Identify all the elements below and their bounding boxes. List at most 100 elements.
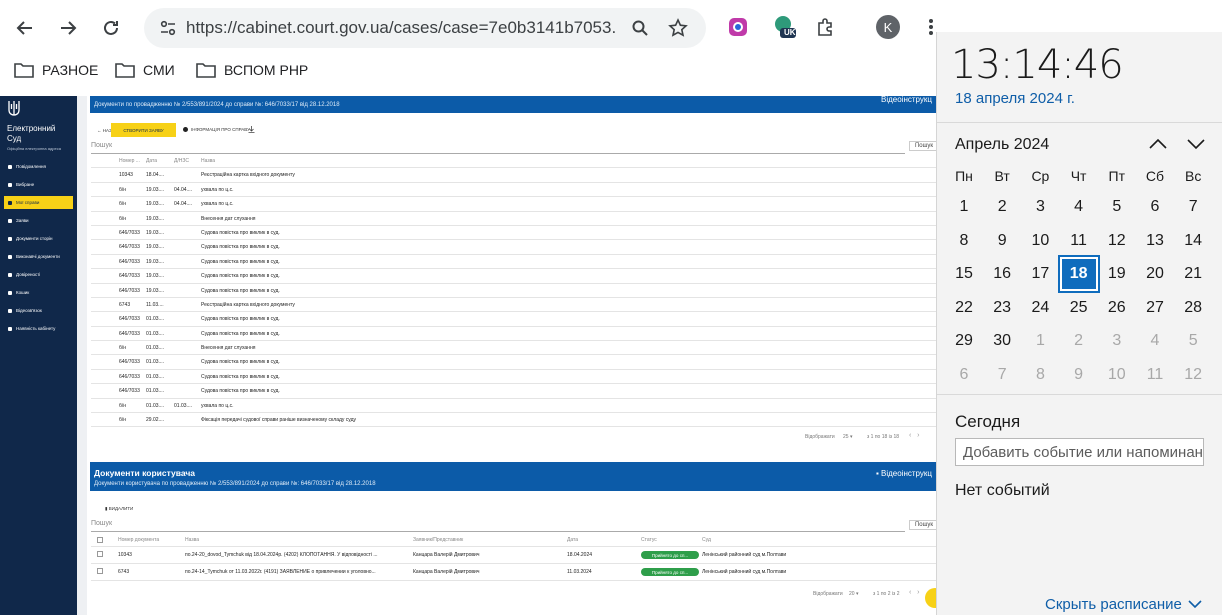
translate-extension-icon[interactable]: UK <box>770 12 800 42</box>
star-icon[interactable] <box>664 14 692 42</box>
calendar-day[interactable]: 3 <box>1021 190 1059 224</box>
table-row[interactable]: 646/7033 19.03.... Судова повістка про вик… <box>91 269 936 284</box>
calendar-day[interactable]: 20 <box>1136 257 1174 291</box>
row-checkbox[interactable] <box>97 568 103 575</box>
column-header[interactable]: Суд <box>702 537 862 543</box>
user-pager-arrows[interactable]: ‹ › <box>909 589 920 596</box>
forward-button[interactable] <box>52 12 84 44</box>
table-row[interactable]: 646/7033 01.03.... Судова повістка про вик… <box>91 327 936 342</box>
table-row[interactable]: 646/7033 01.03.... Судова повістка про вик… <box>91 384 936 399</box>
user-page-size-select[interactable]: 20 ▾ <box>849 591 858 597</box>
bookmark-folder[interactable]: ВСПОМ PHP <box>196 62 308 78</box>
table-row[interactable]: 646/7033 19.03.... Судова повістка про вик… <box>91 240 936 255</box>
column-header[interactable]: Заявник/Представник <box>413 537 553 543</box>
delete-button[interactable]: ▮ ВИДАЛИТИ <box>105 506 133 512</box>
sidebar-item[interactable]: Повідомлення <box>4 160 73 173</box>
add-event-input[interactable]: Добавить событие или напоминание <box>955 438 1204 466</box>
calendar-day[interactable]: 6 <box>1136 190 1174 224</box>
calendar-day[interactable]: 14 <box>1174 224 1212 258</box>
bookmark-folder[interactable]: РАЗНОЕ <box>14 62 98 78</box>
calendar-day[interactable]: 12 <box>1174 358 1212 392</box>
calendar-day[interactable]: 4 <box>1136 324 1174 358</box>
row-checkbox[interactable] <box>97 551 103 558</box>
calendar-day[interactable]: 10 <box>1021 224 1059 258</box>
sidebar-item[interactable]: Заяви <box>4 214 73 227</box>
calendar-day-today[interactable]: 18 <box>1057 255 1100 294</box>
download-icon[interactable] <box>248 126 255 133</box>
create-application-button[interactable]: СТВОРИТИ ЗАЯВУ <box>111 123 176 137</box>
calendar-day[interactable]: 26 <box>1098 291 1136 325</box>
sidebar-item[interactable]: Вибране <box>4 178 73 191</box>
table-row[interactable]: б/н 01.03.... 01.03.... ухвала по ц.с. <box>91 399 936 414</box>
calendar-day[interactable]: 4 <box>1060 190 1098 224</box>
table-row[interactable]: 6743 по.24-14_Tymchuk от 11.03.2022г. (41… <box>91 564 936 582</box>
calendar-day[interactable]: 19 <box>1098 257 1136 291</box>
calendar-day[interactable]: 21 <box>1174 257 1212 291</box>
address-bar[interactable]: https://cabinet.court.gov.ua/cases/case=… <box>144 8 706 48</box>
calendar-day[interactable]: 2 <box>983 190 1021 224</box>
calendar-day[interactable]: 1 <box>1021 324 1059 358</box>
column-header[interactable]: Дата <box>567 537 627 543</box>
docs-page-size-select[interactable]: 25 ▾ <box>843 434 852 440</box>
next-month-button[interactable] <box>1184 132 1208 156</box>
calendar-day[interactable]: 9 <box>983 224 1021 258</box>
calendar-day[interactable]: 7 <box>983 358 1021 392</box>
calendar-day[interactable]: 1 <box>945 190 983 224</box>
calendar-day[interactable]: 5 <box>1098 190 1136 224</box>
calendar-day[interactable]: 13 <box>1136 224 1174 258</box>
case-info-link[interactable]: ІНФОРМАЦІЯ ПРО СПРАВУ <box>183 127 250 132</box>
sidebar-item[interactable]: Кошик <box>4 286 73 299</box>
table-row[interactable]: б/н 19.03.... 04.04.... ухвала по ц.с. <box>91 197 936 212</box>
column-header[interactable]: Дата <box>146 158 172 164</box>
calendar-day[interactable]: 8 <box>945 224 983 258</box>
calendar-day[interactable]: 28 <box>1174 291 1212 325</box>
sidebar-item[interactable]: Документи сторін <box>4 232 73 245</box>
user-docs-search-input[interactable]: Пошук <box>91 520 905 532</box>
calendar-day[interactable]: 22 <box>945 291 983 325</box>
full-date-link[interactable]: 18 апреля 2024 г. <box>955 90 1075 107</box>
table-row[interactable]: б/н 01.03.... Внесення дат слухання <box>91 341 936 356</box>
docs-search-button[interactable]: Пошук <box>909 141 936 151</box>
column-header[interactable]: Назва <box>185 537 407 543</box>
url-text[interactable]: https://cabinet.court.gov.ua/cases/case=… <box>186 18 616 38</box>
calendar-day[interactable]: 15 <box>945 257 983 291</box>
table-row[interactable]: 10343 по.24-20_dovod_Tymchuk від 18.04.20… <box>91 547 936 565</box>
table-row[interactable]: 6743 11.03.... Реєстраційна картка вхідног… <box>91 298 936 313</box>
video-instruction-link[interactable]: ▪ Відеоінструкц <box>876 469 932 478</box>
docs-search-input[interactable]: Пошук <box>91 142 905 154</box>
calendar-day[interactable]: 25 <box>1060 291 1098 325</box>
calendar-day[interactable]: 5 <box>1174 324 1212 358</box>
calendar-day[interactable]: 30 <box>983 324 1021 358</box>
calendar-day[interactable]: 24 <box>1021 291 1059 325</box>
column-header[interactable]: Назва <box>201 158 501 164</box>
prev-month-button[interactable] <box>1146 132 1170 156</box>
calendar-day[interactable]: 16 <box>983 257 1021 291</box>
back-button[interactable] <box>9 12 41 44</box>
color-extension-icon[interactable] <box>723 12 753 42</box>
user-docs-search-button[interactable]: Пошук <box>909 520 936 530</box>
column-header[interactable]: Д/НЗС <box>174 158 200 164</box>
select-all-checkbox[interactable] <box>97 537 103 543</box>
table-row[interactable]: 646/7033 19.03.... Судова повістка про вик… <box>91 255 936 270</box>
calendar-day[interactable]: 11 <box>1060 224 1098 258</box>
calendar-day[interactable]: 11 <box>1136 358 1174 392</box>
column-header[interactable]: Номер ... <box>119 158 145 164</box>
column-header[interactable]: Статус <box>641 537 699 543</box>
calendar-day[interactable]: 9 <box>1060 358 1098 392</box>
calendar-day[interactable]: 27 <box>1136 291 1174 325</box>
site-info-icon[interactable] <box>152 12 184 44</box>
calendar-day[interactable]: 10 <box>1098 358 1136 392</box>
calendar-day[interactable]: 7 <box>1174 190 1212 224</box>
video-instruction-link[interactable]: Відеоінструкц <box>881 96 932 104</box>
column-header[interactable]: Номер документа <box>118 537 178 543</box>
table-row[interactable]: б/н 19.03.... Внесення дат слухання <box>91 212 936 226</box>
sidebar-item[interactable]: Виконавчі документи <box>4 250 73 263</box>
calendar-day[interactable]: 2 <box>1060 324 1098 358</box>
month-label[interactable]: Апрель 2024 <box>955 136 1049 154</box>
calendar-day[interactable]: 6 <box>945 358 983 392</box>
table-row[interactable]: 10343 18.04.... Реєстраційна картка вхідно… <box>91 168 936 183</box>
search-icon[interactable] <box>626 14 654 42</box>
bookmark-folder[interactable]: СМИ <box>115 62 175 78</box>
docs-pager-arrows[interactable]: ‹ › <box>909 432 920 439</box>
calendar-day[interactable]: 3 <box>1098 324 1136 358</box>
